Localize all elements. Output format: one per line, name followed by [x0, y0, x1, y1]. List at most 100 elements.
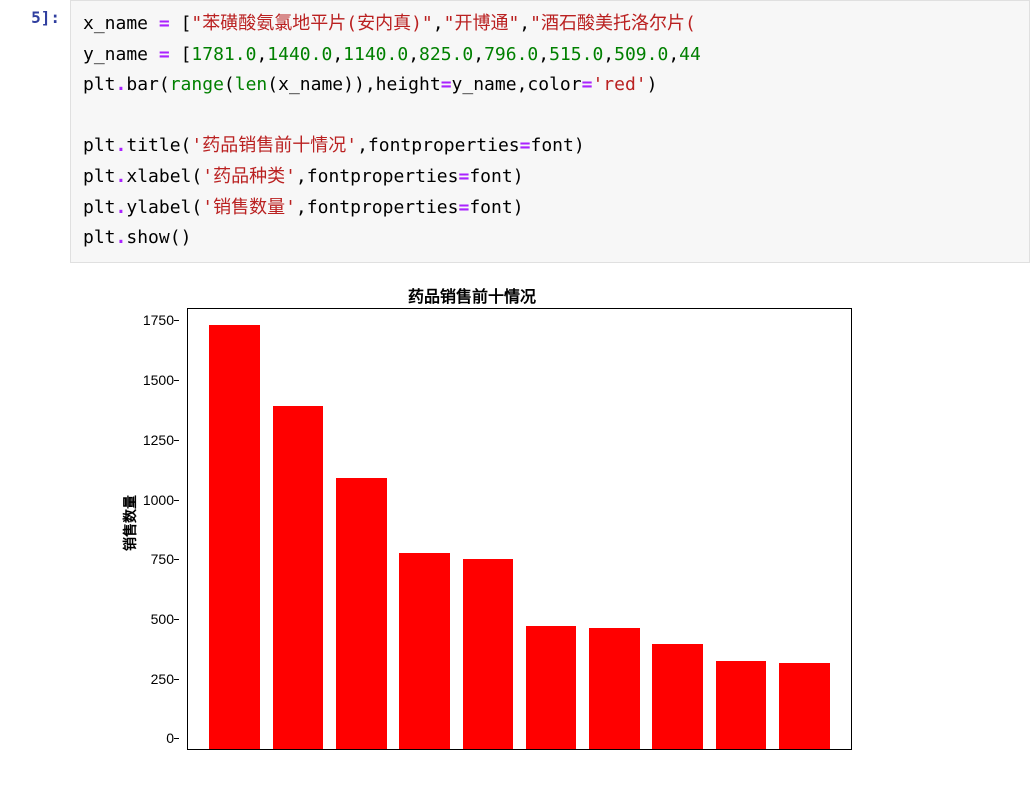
bar-slot	[266, 309, 329, 749]
bar-chart: 药品销售前十情况 销售数量 0 250 500 750 1000 1250 15…	[82, 278, 862, 768]
code-token: (	[224, 74, 235, 95]
y-tick-label: 1000	[143, 492, 174, 508]
code-token: "酒石酸美托洛尔片(	[530, 13, 696, 34]
notebook-cell: 5]: x_name = ["苯磺酸氨氯地平片(安内真)","开博通","酒石酸…	[0, 0, 1030, 263]
code-token: font	[530, 135, 573, 156]
plot-area	[187, 308, 852, 750]
code-token: fontproperties	[368, 135, 520, 156]
code-token: ,	[357, 135, 368, 156]
y-tick-label: 500	[151, 611, 174, 627]
chart-title: 药品销售前十情况	[82, 283, 862, 307]
code-token: "开博通"	[444, 13, 520, 34]
code-token: ,	[365, 74, 376, 95]
bar	[209, 325, 260, 749]
code-token: ,	[603, 44, 614, 65]
code-token: 796.0	[484, 44, 538, 65]
code-token: show	[126, 227, 169, 248]
code-token: 509.0	[614, 44, 668, 65]
code-token: ,	[519, 13, 530, 34]
code-token: fontproperties	[307, 197, 459, 218]
code-token: ,	[296, 166, 307, 187]
code-token: 515.0	[549, 44, 603, 65]
code-token: fontproperties	[307, 166, 459, 187]
code-token: ,	[433, 13, 444, 34]
code-token: )	[647, 74, 658, 95]
cell-prompt: 5]:	[0, 0, 70, 263]
code-token: ,	[296, 197, 307, 218]
bar	[463, 559, 514, 748]
bar	[779, 663, 830, 749]
bar-slot	[583, 309, 646, 749]
chart-ylabel: 销售数量	[120, 495, 140, 551]
code-token: ,	[538, 44, 549, 65]
code-token: (	[181, 135, 192, 156]
y-tick-label: 250	[151, 671, 174, 687]
code-token: '销售数量'	[202, 197, 296, 218]
code-token: [	[181, 13, 192, 34]
bar-slot	[709, 309, 772, 749]
code-token: 'red'	[592, 74, 646, 95]
bars-container	[188, 309, 851, 749]
code-token: 825.0	[419, 44, 473, 65]
bar	[336, 478, 387, 749]
code-token: x_name	[83, 13, 148, 34]
code-token: [	[181, 44, 192, 65]
code-token: .	[116, 166, 127, 187]
bar-slot	[456, 309, 519, 749]
code-token: ,	[256, 44, 267, 65]
y-tick-label: 0	[166, 730, 174, 746]
code-token: )	[513, 166, 524, 187]
code-token: xlabel	[126, 166, 191, 187]
y-tick-label: 1750	[143, 312, 174, 328]
code-token: font	[469, 197, 512, 218]
bar-slot	[203, 309, 266, 749]
code-token: (	[159, 74, 170, 95]
bar	[273, 406, 324, 748]
code-token: ,	[473, 44, 484, 65]
code-token: )	[574, 135, 585, 156]
code-token: (	[191, 197, 202, 218]
code-token: color	[527, 74, 581, 95]
code-token: plt	[83, 227, 116, 248]
bar	[652, 644, 703, 749]
code-token: ylabel	[126, 197, 191, 218]
code-token: 1781.0	[191, 44, 256, 65]
code-token: (	[191, 166, 202, 187]
code-token: (	[170, 227, 181, 248]
code-token: 44	[679, 44, 701, 65]
code-token: plt	[83, 197, 116, 218]
code-token: )	[181, 227, 192, 248]
code-token: 1440.0	[267, 44, 332, 65]
bar	[589, 628, 640, 749]
bar-slot	[393, 309, 456, 749]
bar-slot	[330, 309, 393, 749]
bar	[526, 626, 577, 748]
code-token: bar	[126, 74, 159, 95]
bar-slot	[773, 309, 836, 749]
code-token: =	[159, 44, 170, 65]
bar-slot	[519, 309, 582, 749]
bar	[716, 661, 767, 749]
code-token: ,	[517, 74, 528, 95]
code-token: .	[116, 227, 127, 248]
code-token: "苯磺酸氨氯地平片(安内真)"	[191, 13, 432, 34]
code-token: =	[582, 74, 593, 95]
code-token: title	[126, 135, 180, 156]
code-token: 1140.0	[343, 44, 408, 65]
code-token: =	[159, 13, 170, 34]
code-token: x_name	[278, 74, 343, 95]
code-token: )	[354, 74, 365, 95]
code-token: =	[458, 197, 469, 218]
code-token: (	[267, 74, 278, 95]
code-token: =	[458, 166, 469, 187]
code-token: y_name	[452, 74, 517, 95]
bar-slot	[646, 309, 709, 749]
y-tick-label: 1250	[143, 432, 174, 448]
y-tick-label: 750	[151, 551, 174, 567]
code-token: plt	[83, 135, 116, 156]
code-token: y_name	[83, 44, 148, 65]
code-token: .	[116, 135, 127, 156]
code-token: .	[116, 74, 127, 95]
code-input[interactable]: x_name = ["苯磺酸氨氯地平片(安内真)","开博通","酒石酸美托洛尔…	[70, 0, 1030, 263]
y-tick-label: 1500	[143, 372, 174, 388]
